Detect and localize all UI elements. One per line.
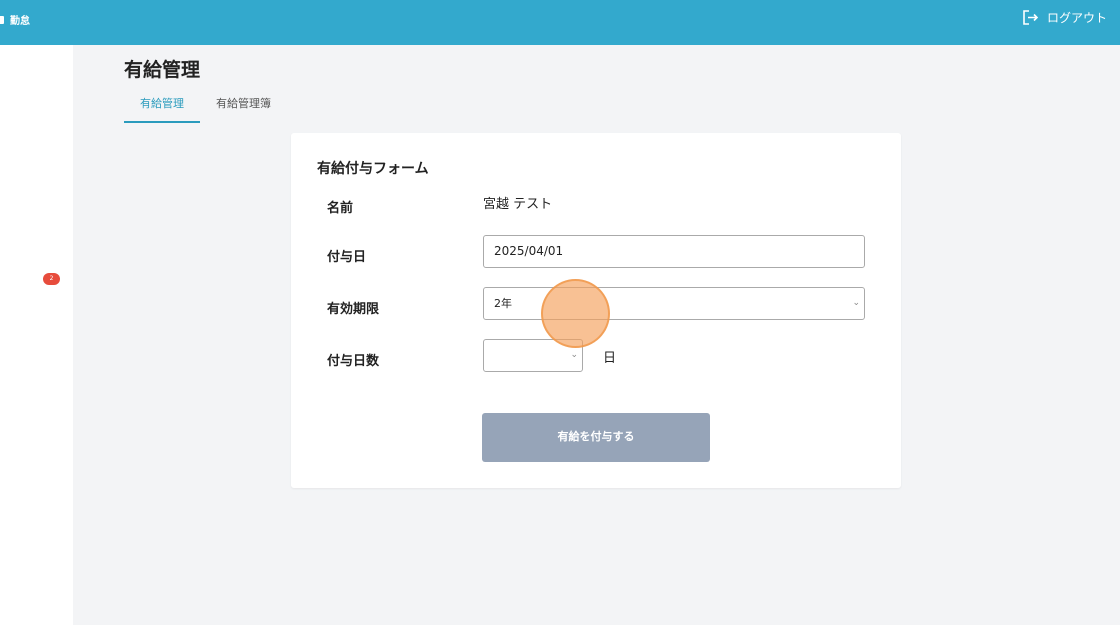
grant-date-label: 付与日 (327, 250, 367, 265)
validity-select[interactable]: 2年 ⌄ (483, 287, 865, 320)
chevron-down-icon: ⌄ (852, 298, 860, 308)
grant-days-label: 付与日数 (327, 354, 380, 369)
grant-days-select[interactable]: ⌄ (483, 339, 583, 372)
sidebar: 2 (0, 45, 73, 625)
tab-bar: 有給管理 有給管理簿 (124, 91, 287, 124)
validity-label: 有効期限 (327, 302, 380, 317)
validity-value: 2年 (494, 297, 512, 310)
tab-paid-leave[interactable]: 有給管理 (124, 91, 200, 123)
brand-label: 勤怠 (10, 16, 30, 27)
grant-leave-button[interactable]: 有給を付与する (482, 413, 710, 462)
grant-date-input[interactable]: 2025/04/01 (483, 235, 865, 268)
form-title: 有給付与フォーム (317, 161, 429, 177)
grant-form-card: 有給付与フォーム 名前 宮越 テスト 付与日 2025/04/01 有効期限 2… (291, 133, 901, 488)
logout-icon (1023, 10, 1039, 25)
tab-paid-leave-register[interactable]: 有給管理簿 (200, 91, 287, 123)
name-label: 名前 (327, 201, 354, 216)
page-title: 有給管理 (124, 59, 201, 81)
notification-badge: 2 (43, 273, 60, 285)
sidebar-item[interactable] (0, 311, 4, 323)
home-icon (0, 15, 4, 24)
name-value: 宮越 テスト (483, 197, 553, 212)
brand[interactable]: 勤怠 (0, 12, 30, 27)
sidebar-item[interactable] (0, 274, 4, 286)
logout-label: ログアウト (1046, 11, 1107, 25)
logout-button[interactable]: ログアウト (1022, 9, 1107, 26)
grant-days-unit: 日 (603, 351, 617, 366)
chevron-down-icon: ⌄ (570, 350, 578, 360)
top-bar: 勤怠 ログアウト (0, 0, 1120, 45)
sidebar-item[interactable] (0, 350, 4, 362)
